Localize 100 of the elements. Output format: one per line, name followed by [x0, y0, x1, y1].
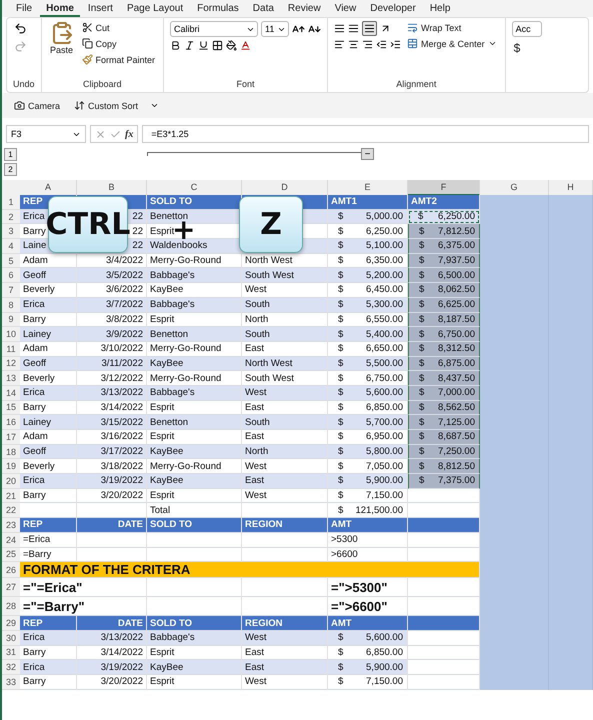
fill-bucket-icon[interactable] [226, 40, 238, 51]
table-cell: Esprit [147, 646, 242, 660]
amount-value: 6,625.00 [438, 299, 475, 310]
row-number: 26 [2, 562, 20, 578]
currency-symbol: $ [338, 240, 344, 252]
menu-tab[interactable]: Developer [364, 0, 422, 17]
table-cell: KayBee [147, 356, 242, 372]
italic-icon[interactable] [184, 40, 196, 51]
borders-icon[interactable] [212, 40, 224, 51]
table-cell: Barry [20, 312, 77, 328]
orientation-icon[interactable] [380, 23, 392, 34]
table-cell: 3/16/2022 [77, 430, 147, 445]
amount-value: 5,700.00 [366, 416, 403, 428]
amount-value: 6,350.00 [366, 255, 403, 266]
cut-button[interactable]: Cut [80, 21, 158, 34]
amount-value: 7,937.50 [438, 255, 475, 266]
amount-value: 6,750.00 [438, 328, 475, 340]
camera-button[interactable]: Camera [12, 99, 62, 112]
table-cell: SOLD TO [147, 518, 242, 533]
align-center-icon[interactable] [348, 39, 360, 50]
custom-sort-button[interactable]: Custom Sort [72, 99, 140, 112]
format-painter-button[interactable]: Format Painter [80, 53, 158, 66]
menu-tab[interactable]: File [10, 0, 38, 17]
table-cell: Total [147, 503, 242, 518]
currency-button[interactable]: $ [512, 40, 542, 56]
amount-value: 7,150.00 [366, 676, 403, 688]
currency-symbol: $ [338, 460, 344, 472]
caret-icon [488, 39, 497, 48]
align-middle-icon[interactable] [348, 23, 360, 34]
menu-tab[interactable]: View [328, 0, 362, 17]
column-header[interactable]: H [549, 180, 593, 196]
row-number: 12 [2, 356, 20, 372]
table-cell: Babbage's [147, 268, 242, 284]
font-name-dropdown[interactable]: Calibri [170, 21, 258, 37]
merge-center-button[interactable]: Merge & Center [405, 37, 499, 50]
menu-tab[interactable]: Review [282, 0, 327, 17]
undo-icon[interactable] [14, 22, 27, 35]
amount-value: 6,750.00 [366, 372, 403, 384]
align-left-icon[interactable] [334, 39, 346, 50]
column-header[interactable]: E [328, 180, 408, 196]
table-cell: FORMAT OF THE CRITERA [20, 562, 480, 578]
table-cell: =Erica [20, 532, 77, 548]
currency-symbol: $ [338, 504, 344, 516]
menu-tab[interactable]: Data [246, 0, 280, 17]
table-cell: East [242, 660, 328, 675]
name-box[interactable]: F3 [6, 125, 86, 143]
table-cell [77, 532, 147, 548]
amount-value: 5,900.00 [366, 662, 403, 673]
underline-icon[interactable] [198, 40, 210, 51]
align-bottom-icon[interactable] [364, 23, 376, 34]
column-header[interactable]: G [480, 180, 549, 196]
decrease-indent-icon[interactable] [376, 39, 388, 50]
table-cell [408, 597, 480, 616]
menu-tab[interactable]: Insert [82, 0, 119, 17]
row-number: 24 [2, 532, 20, 548]
menu-tab[interactable]: Help [424, 0, 456, 17]
font-color-icon[interactable] [240, 40, 252, 51]
table-cell: Beverly [20, 371, 77, 386]
menu-tab[interactable]: Formulas [191, 0, 245, 17]
column-header[interactable]: A [20, 180, 77, 196]
align-top-icon[interactable] [334, 23, 346, 34]
table-cell: West [242, 488, 328, 504]
insert-function-button[interactable]: fx [125, 128, 134, 140]
table-cell: KayBee [147, 444, 242, 460]
currency-symbol: $ [338, 431, 344, 442]
table-cell: KayBee [147, 474, 242, 489]
amount-value: 5,000.00 [366, 211, 403, 222]
table-cell [549, 195, 593, 210]
outline-level-button[interactable]: 1 [4, 148, 17, 161]
menu-tab[interactable]: Page Layout [120, 0, 190, 17]
customize-toolbar-icon[interactable] [150, 101, 160, 110]
outline-level-button[interactable]: 2 [4, 163, 17, 176]
table-cell: South West [242, 268, 328, 284]
table-cell: Adam [20, 342, 77, 357]
bold-icon[interactable] [170, 40, 182, 51]
row-number: 28 [2, 597, 20, 616]
formula-field[interactable]: =E3*1.25 [142, 125, 589, 143]
align-right-icon[interactable] [362, 39, 374, 50]
column-header[interactable]: F [408, 180, 480, 196]
collapse-button[interactable]: − [361, 148, 374, 160]
paste-button[interactable]: Paste [48, 21, 76, 79]
amount-value: 7,150.00 [366, 490, 403, 502]
currency-symbol: $ [419, 299, 424, 310]
amount-value: 6,950.00 [366, 431, 403, 442]
table-cell: Geoff [20, 444, 77, 460]
column-header[interactable]: D [242, 180, 328, 196]
column-header[interactable]: B [77, 180, 147, 196]
increase-indent-icon[interactable] [390, 39, 402, 50]
table-cell: Erica [20, 660, 77, 675]
amount-value: 7,250.00 [438, 446, 475, 458]
number-format-dropdown[interactable]: Acc [512, 21, 542, 37]
currency-symbol: $ [419, 284, 424, 296]
wrap-text-button[interactable]: Wrap Text [405, 21, 499, 34]
row-number: 29 [2, 616, 20, 631]
font-size-dropdown[interactable]: 11 [261, 21, 290, 37]
column-header[interactable]: C [147, 180, 242, 196]
table-cell: Erica [20, 298, 77, 312]
table-cell: KayBee [147, 660, 242, 675]
copy-button[interactable]: Copy [80, 37, 158, 50]
row-number: 10 [2, 327, 20, 342]
